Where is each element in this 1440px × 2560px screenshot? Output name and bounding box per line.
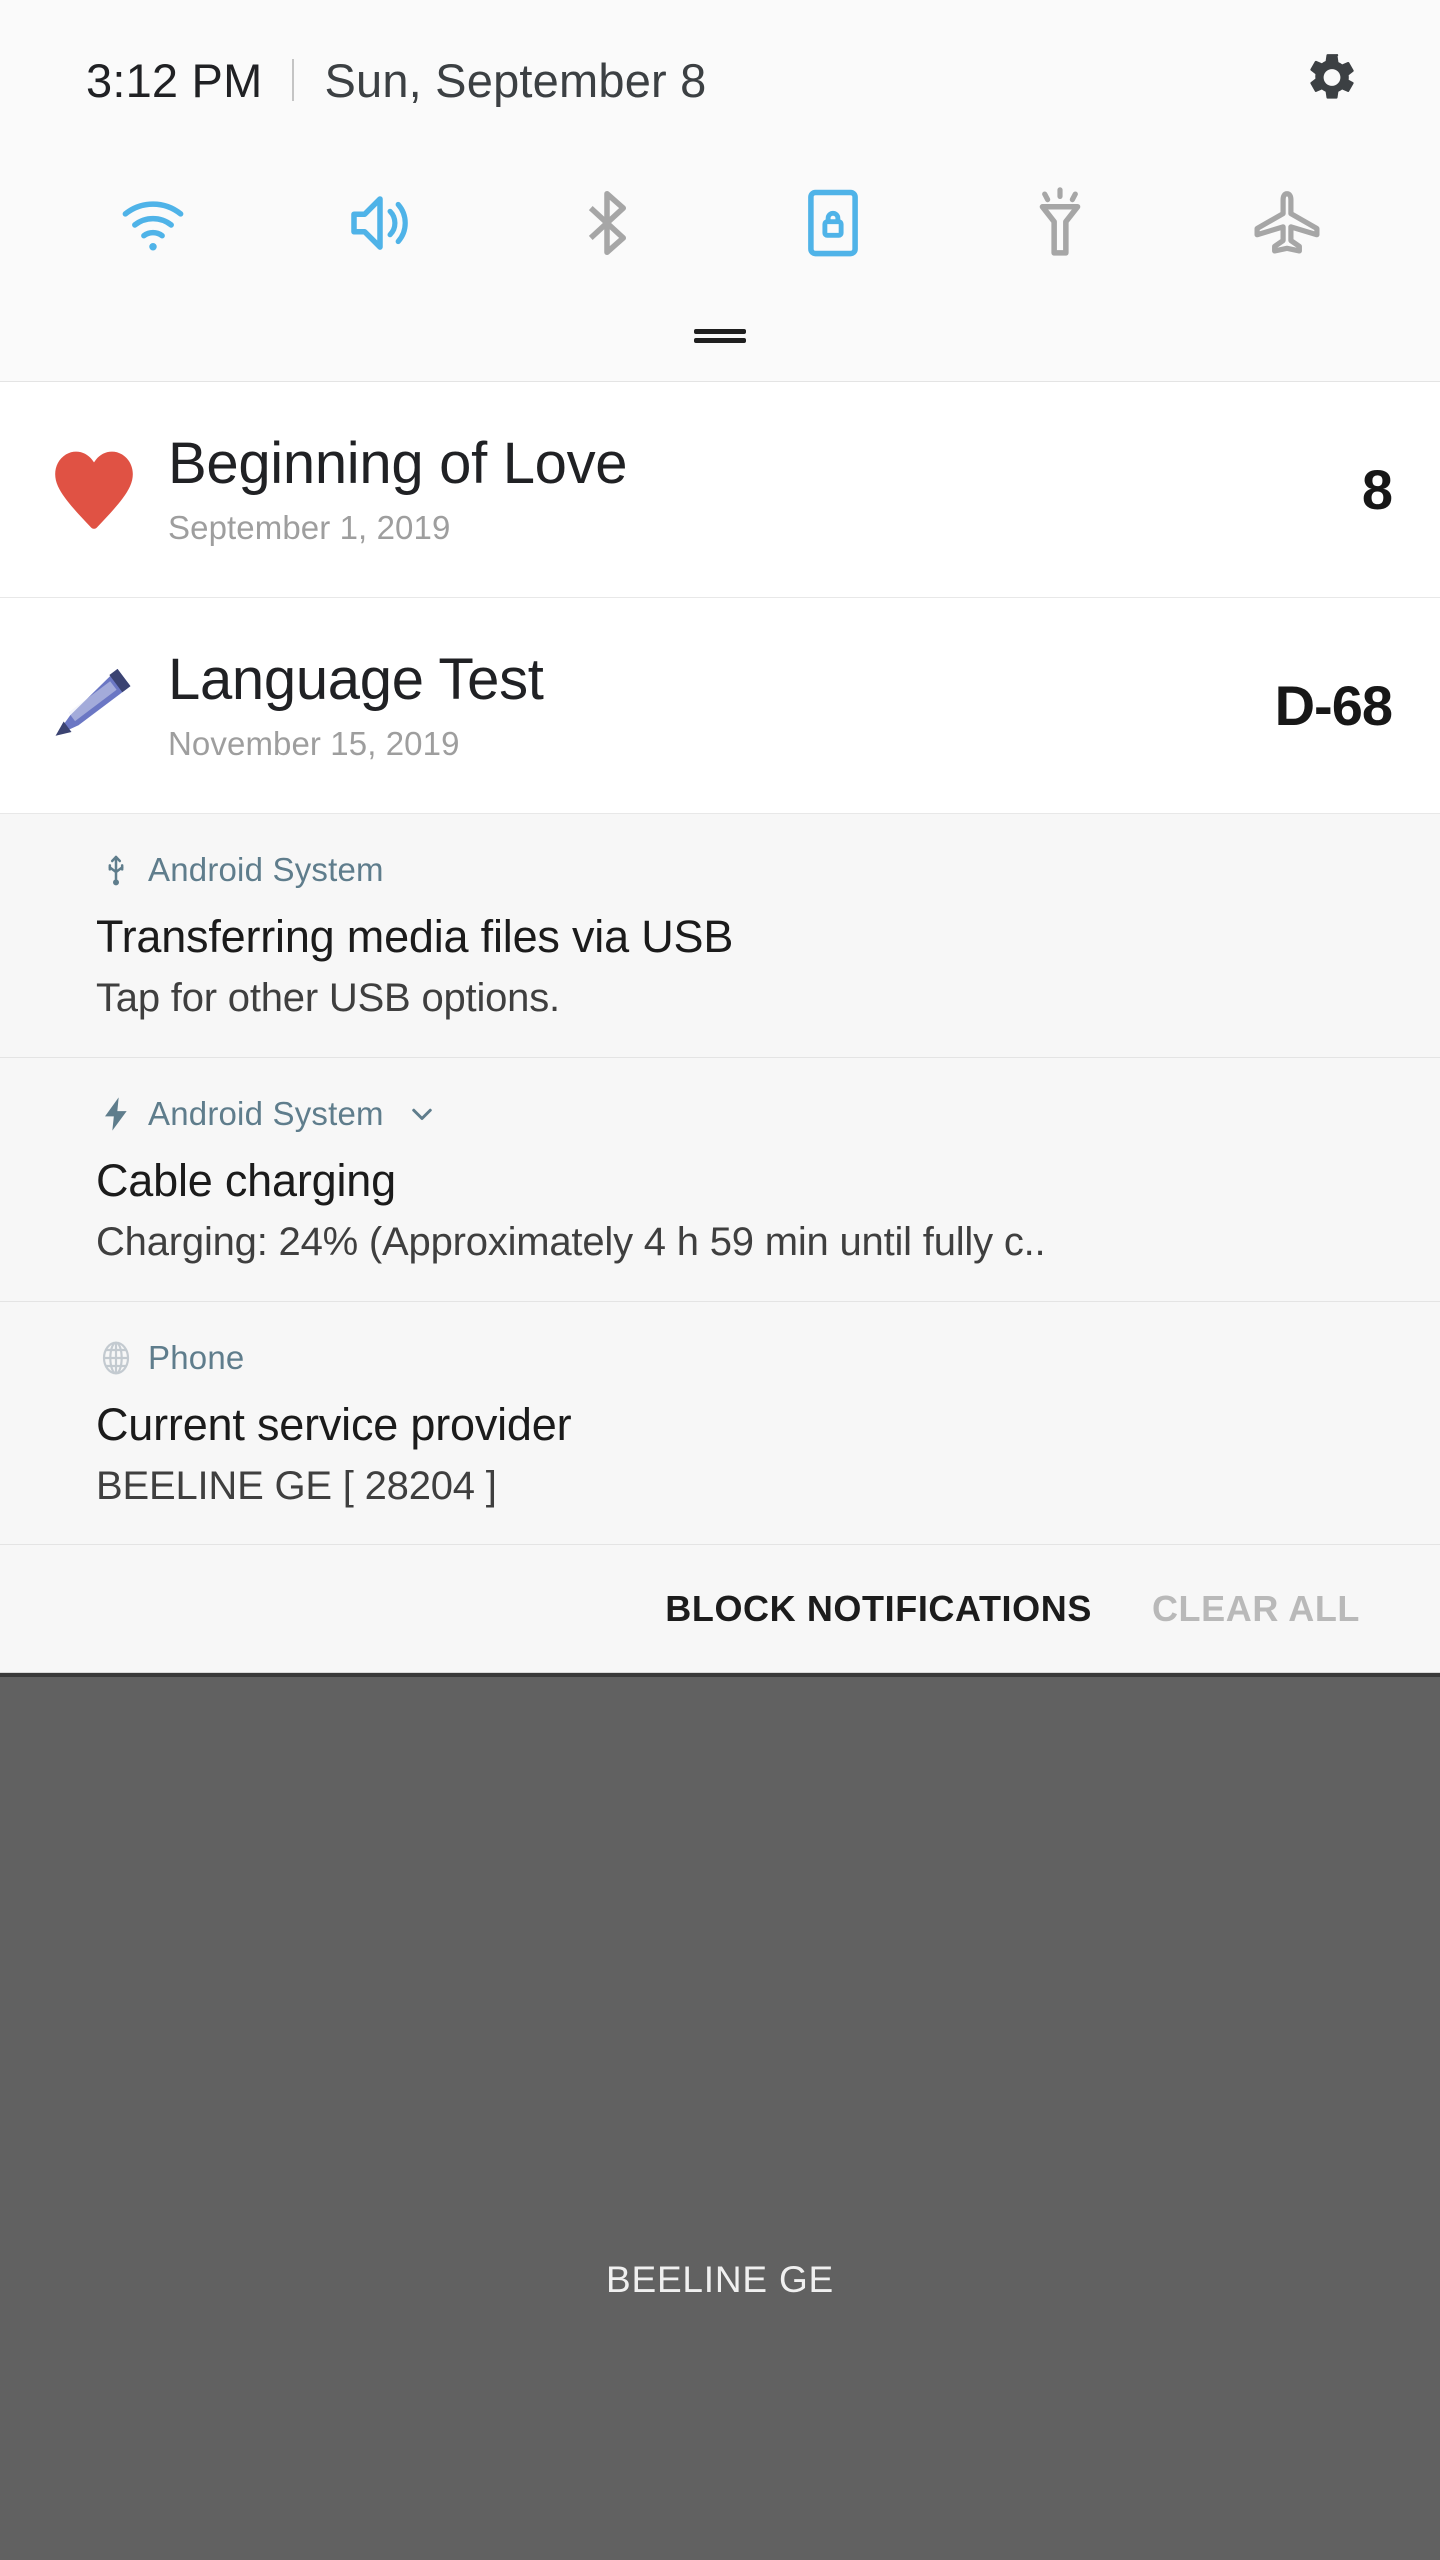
handle-bar-bottom (694, 337, 746, 343)
qs-tile-flashlight[interactable] (947, 160, 1174, 290)
charging-bolt-icon (96, 1094, 148, 1134)
notification-app-row: Phone (96, 1332, 1384, 1384)
qs-tile-sound[interactable] (267, 160, 494, 290)
quick-settings-header: 3:12 PM Sun, September 8 (0, 0, 1440, 160)
drag-handle-icon[interactable] (694, 328, 746, 343)
clear-all-button[interactable]: CLEAR ALL (1122, 1588, 1390, 1630)
notification-app-name: Phone (148, 1338, 245, 1376)
pen-icon (34, 656, 154, 756)
notification-detail: BEELINE GE [ 28204 ] (96, 1463, 497, 1508)
notification-text-block: Beginning of Love September 1, 2019 (154, 431, 1338, 547)
notification-action-bar: BLOCK NOTIFICATIONS CLEAR ALL (0, 1545, 1440, 1674)
notification-headline: Current service provider (96, 1398, 572, 1450)
notification-app-name: Android System (148, 851, 384, 888)
notification-shade: 3:12 PM Sun, September 8 Beginning of Lo… (0, 0, 1440, 1674)
status-clock: 3:12 PM (86, 53, 263, 107)
notification-service-provider[interactable]: Phone Current service provider BEELINE G… (0, 1301, 1440, 1546)
shade-drag-handle-row[interactable] (0, 290, 1440, 382)
notification-detail: Charging: 24% (Approximately 4 h 59 min … (96, 1219, 1046, 1264)
notification-date: November 15, 2019 (168, 724, 460, 762)
notification-headline: Transferring media files via USB (96, 911, 734, 962)
notification-cable-charging[interactable]: Android System Cable charging Charging: … (0, 1057, 1440, 1302)
carrier-label: BEELINE GE (605, 2259, 835, 2301)
notification-app-row: Android System (96, 844, 1384, 896)
notification-count-badge: D-68 (1274, 674, 1393, 737)
wallpaper-area[interactable]: BEELINE GE (0, 1673, 1440, 2348)
notification-title: Language Test (168, 647, 544, 713)
notification-language-test[interactable]: Language Test November 15, 2019 D-68 (0, 598, 1440, 814)
qs-tile-bluetooth[interactable] (493, 160, 720, 290)
notification-date: September 1, 2019 (168, 508, 451, 546)
flashlight-icon (1021, 184, 1099, 267)
globe-icon (96, 1338, 148, 1378)
auto-rotate-lock-icon (794, 184, 872, 267)
block-notifications-button[interactable]: BLOCK NOTIFICATIONS (635, 1588, 1122, 1630)
notification-app-name: Android System (148, 1094, 384, 1132)
handle-bar-top (694, 328, 746, 334)
chevron-down-icon[interactable] (404, 1096, 440, 1132)
clock-date-divider (292, 59, 295, 101)
bluetooth-icon (568, 184, 646, 267)
notification-beginning-of-love[interactable]: Beginning of Love September 1, 2019 8 (0, 382, 1440, 598)
qs-tile-airplane[interactable] (1173, 160, 1400, 290)
airplane-mode-icon (1248, 184, 1326, 267)
wifi-icon (114, 184, 192, 267)
notification-app-row: Android System (96, 1088, 1384, 1140)
notification-count-badge: 8 (1361, 458, 1393, 521)
gear-icon[interactable] (1304, 50, 1360, 111)
notification-usb-transfer[interactable]: Android System Transferring media files … (0, 814, 1440, 1058)
notification-text-block: Language Test November 15, 2019 (154, 647, 1251, 763)
notification-headline: Cable charging (96, 1154, 396, 1206)
notification-detail: Tap for other USB options. (96, 976, 560, 1020)
quick-settings-tiles (0, 160, 1440, 290)
heart-icon (34, 440, 154, 540)
status-date: Sun, September 8 (324, 53, 707, 107)
notification-title: Beginning of Love (168, 431, 628, 497)
volume-icon (341, 184, 419, 267)
usb-icon (96, 850, 148, 890)
qs-tile-wifi[interactable] (40, 160, 267, 290)
qs-tile-auto-rotate[interactable] (720, 160, 947, 290)
